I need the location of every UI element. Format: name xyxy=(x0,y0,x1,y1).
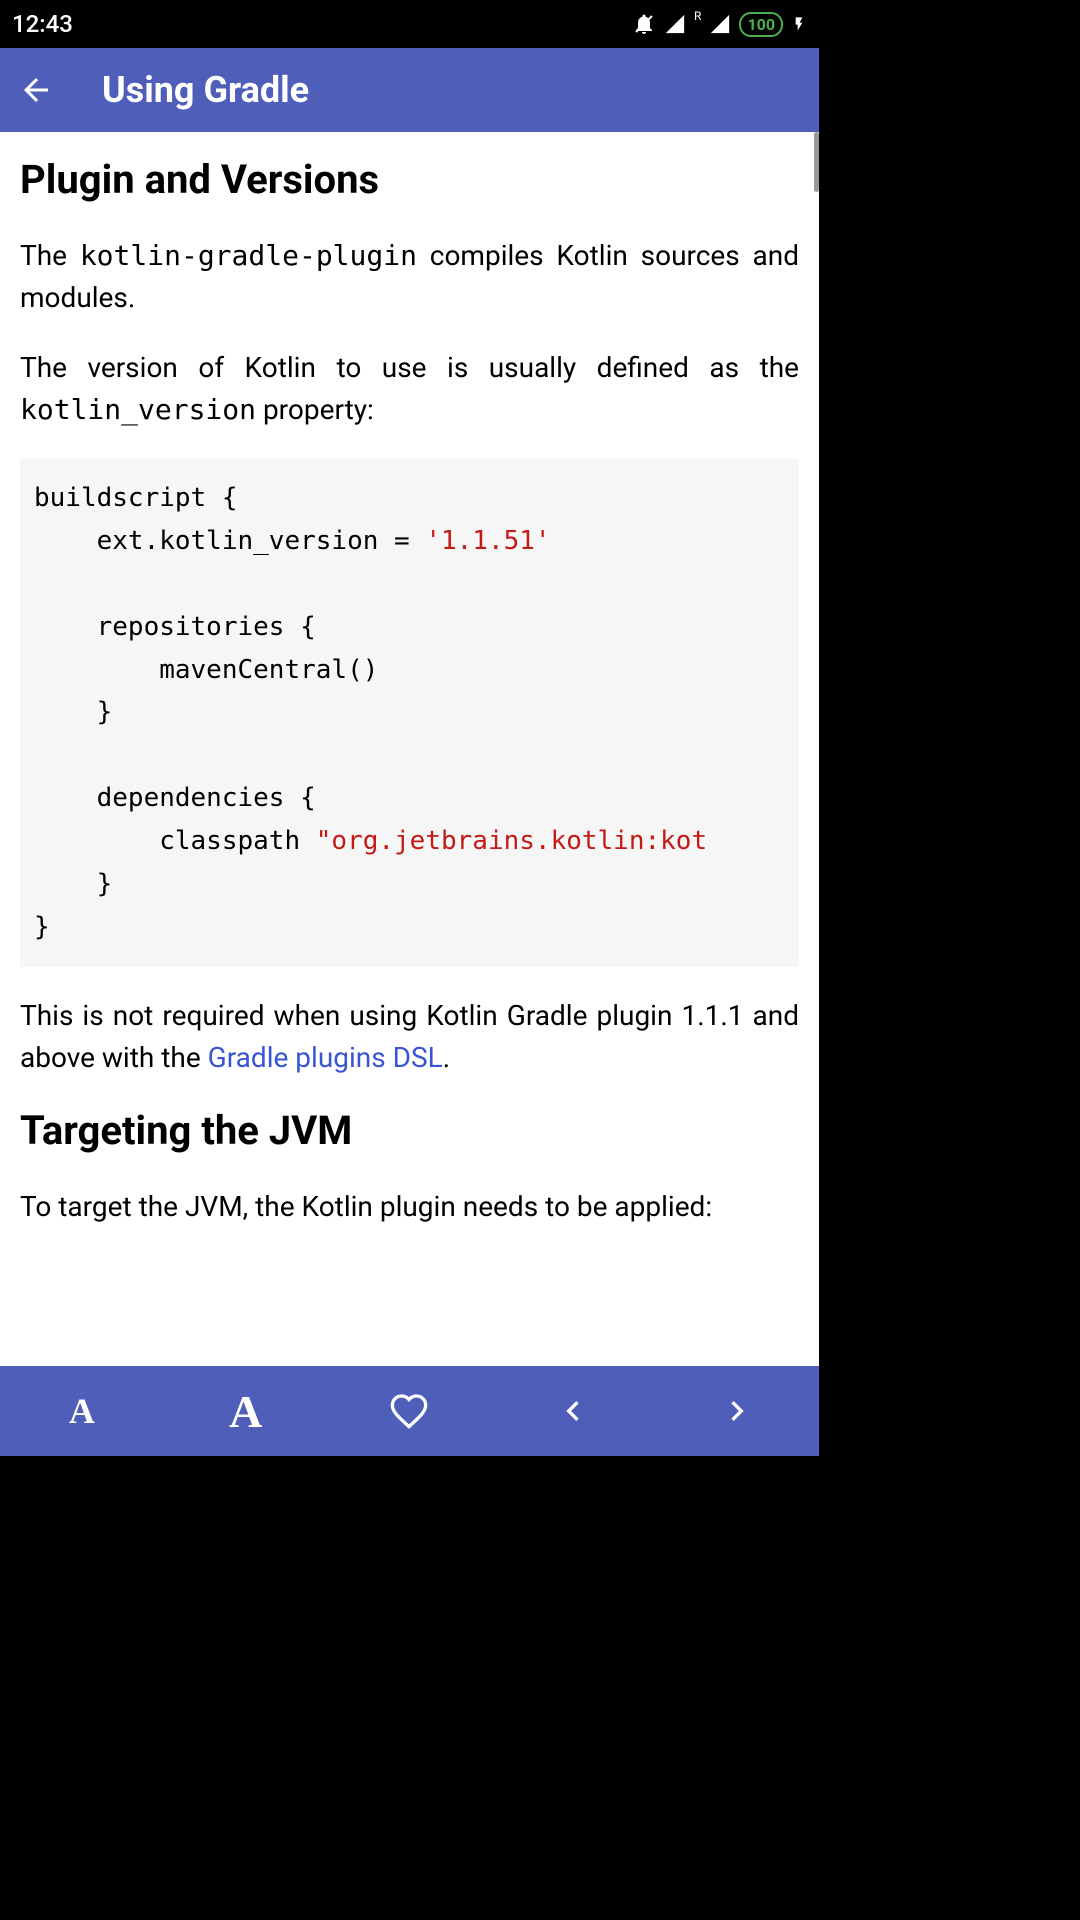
paragraph-3: This is not required when using Kotlin G… xyxy=(20,995,799,1079)
main-content[interactable]: Plugin and Versions The kotlin-gradle-pl… xyxy=(0,132,819,1366)
heading-plugin-versions: Plugin and Versions xyxy=(20,156,799,203)
status-icons: R 100 xyxy=(632,12,807,37)
signal-icon xyxy=(664,13,686,35)
charging-icon xyxy=(791,12,807,36)
signal-r-indicator: R xyxy=(694,9,701,23)
bottom-toolbar: A A xyxy=(0,1366,819,1456)
paragraph-4: To target the JVM, the Kotlin plugin nee… xyxy=(20,1186,799,1228)
font-increase-button[interactable]: A xyxy=(216,1381,276,1441)
inline-code: kotlin_version xyxy=(20,393,256,426)
page-title: Using Gradle xyxy=(102,69,309,111)
favorite-button[interactable] xyxy=(379,1381,439,1441)
inline-code: kotlin-gradle-plugin xyxy=(80,239,417,272)
scroll-indicator[interactable] xyxy=(814,132,819,192)
status-time: 12:43 xyxy=(12,10,73,38)
previous-button[interactable] xyxy=(543,1381,603,1441)
app-bar: Using Gradle xyxy=(0,48,819,132)
next-button[interactable] xyxy=(707,1381,767,1441)
gradle-plugins-dsl-link[interactable]: Gradle plugins DSL xyxy=(208,1041,443,1074)
status-bar: 12:43 R 100 xyxy=(0,0,819,48)
paragraph-2: The version of Kotlin to use is usually … xyxy=(20,347,799,431)
dnd-icon xyxy=(632,12,656,36)
paragraph-1: The kotlin-gradle-plugin compiles Kotlin… xyxy=(20,235,799,319)
signal-icon-2 xyxy=(709,13,731,35)
heading-targeting-jvm: Targeting the JVM xyxy=(20,1107,799,1154)
font-decrease-button[interactable]: A xyxy=(52,1381,112,1441)
back-icon[interactable] xyxy=(18,72,54,108)
battery-indicator: 100 xyxy=(739,12,783,37)
code-block-buildscript[interactable]: buildscript { ext.kotlin_version = '1.1.… xyxy=(20,459,799,967)
